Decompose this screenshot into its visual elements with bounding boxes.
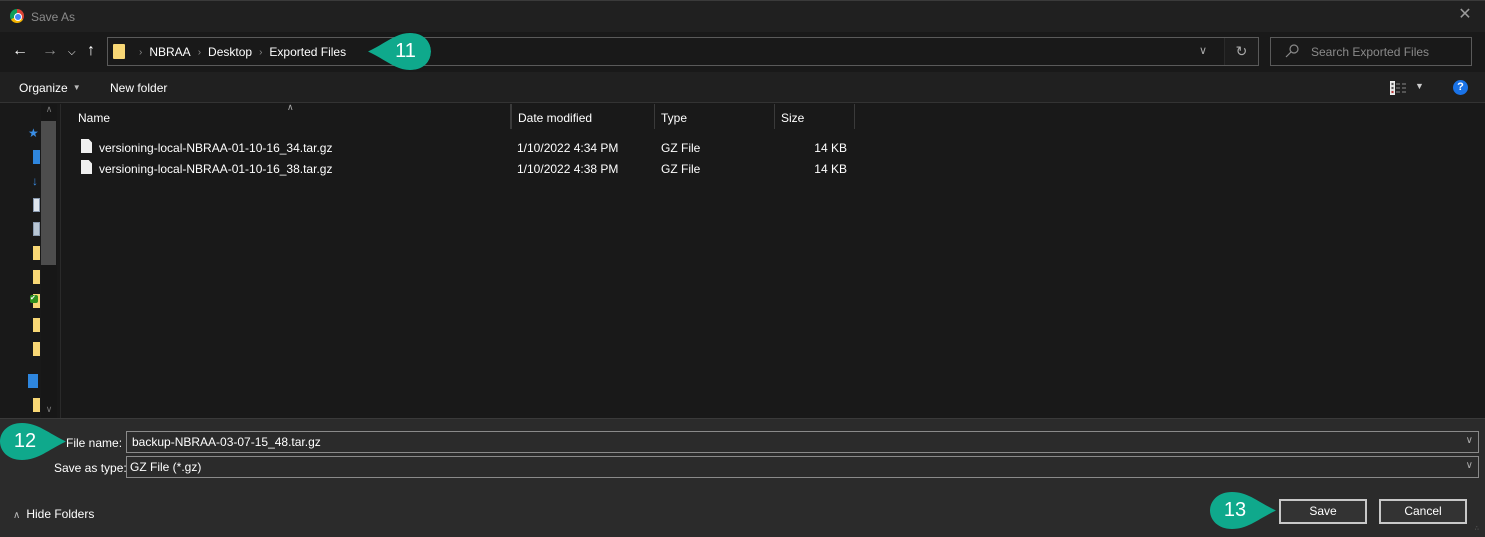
save-as-type-select[interactable]: GZ File (*.gz) ∨ [126, 456, 1479, 478]
title-bar: Save As ✕ [0, 0, 1485, 32]
chevron-right-icon[interactable]: › [259, 47, 262, 58]
close-icon[interactable]: ✕ [1457, 7, 1473, 23]
save-form: File name: ∨ Save as type: GZ File (*.gz… [0, 418, 1485, 537]
chevron-up-icon: ∧ [13, 510, 21, 521]
documents-icon[interactable] [33, 198, 40, 212]
chevron-down-icon[interactable]: ⌵ [68, 44, 76, 62]
scroll-down-icon[interactable]: ∨ [41, 404, 57, 418]
file-name: versioning-local-NBRAA-01-10-16_34.tar.g… [99, 141, 333, 155]
address-history-dropdown[interactable]: ∨ [1188, 38, 1218, 65]
column-name-label: Name [78, 111, 111, 125]
pictures-icon[interactable] [33, 222, 40, 236]
scrollbar-thumb[interactable] [41, 121, 56, 265]
column-header-name[interactable]: Name [71, 104, 511, 129]
save-button[interactable]: Save [1279, 499, 1367, 524]
file-name: versioning-local-NBRAA-01-10-16_38.tar.g… [99, 162, 333, 176]
file-size: 14 KB [814, 141, 847, 155]
cancel-button[interactable]: Cancel [1379, 499, 1467, 524]
column-header-type[interactable]: Type [655, 104, 775, 129]
save-as-type-label: Save as type: [54, 461, 127, 475]
save-as-type-value: GZ File (*.gz) [130, 460, 202, 474]
breadcrumb-item[interactable]: Desktop [208, 45, 252, 59]
quick-access-star-icon[interactable]: ★ [28, 126, 39, 140]
organize-menu-button[interactable]: Organize ▼ [19, 81, 81, 95]
file-name-combobox[interactable]: ∨ [126, 431, 1479, 453]
file-row[interactable]: versioning-local-NBRAA-01-10-16_34.tar.g… [76, 137, 856, 158]
scroll-up-icon[interactable]: ∧ [41, 104, 57, 118]
folder-icon [113, 44, 125, 59]
resize-grip-icon[interactable]: ∴ [1475, 526, 1483, 535]
file-name-label: File name: [66, 436, 123, 450]
file-icon [81, 160, 92, 174]
search-box[interactable] [1270, 37, 1472, 66]
chevron-down-icon[interactable]: ∨ [1466, 460, 1473, 471]
navigation-pane-scrollbar[interactable]: ∧ ∨ [41, 104, 57, 418]
refresh-icon[interactable]: ↻ [1224, 38, 1258, 65]
column-header-date-modified[interactable]: Date modified [511, 104, 655, 129]
desktop-icon[interactable] [33, 150, 40, 164]
file-date-modified: 1/10/2022 4:38 PM [517, 162, 619, 176]
help-icon[interactable]: ? [1453, 80, 1468, 95]
window-title: Save As [31, 10, 76, 24]
arrow-right-icon[interactable]: → [42, 42, 58, 60]
hide-folders-label: Hide Folders [26, 507, 95, 521]
search-icon [1285, 44, 1299, 58]
arrow-up-icon[interactable]: ↑ [87, 42, 95, 60]
file-list: ∧ Name Date modified Type Size versionin… [62, 102, 1485, 418]
synced-folder-icon[interactable] [30, 294, 40, 308]
new-folder-button[interactable]: New folder [110, 81, 167, 95]
chevron-right-icon[interactable]: › [198, 47, 201, 58]
column-headers: ∧ Name Date modified Type Size [62, 102, 862, 129]
organize-label: Organize [19, 81, 68, 95]
folder-icon[interactable] [33, 398, 40, 412]
breadcrumb: › NBRAA › Desktop › Exported Files [132, 45, 346, 59]
chevron-right-icon[interactable]: › [139, 47, 142, 58]
building-icon[interactable] [28, 374, 38, 388]
file-size: 14 KB [814, 162, 847, 176]
arrow-left-icon[interactable]: ← [12, 42, 28, 60]
file-type: GZ File [661, 162, 701, 176]
chevron-down-icon[interactable]: ∨ [1466, 435, 1473, 446]
folder-icon[interactable] [33, 270, 40, 284]
chrome-icon [10, 9, 24, 23]
navigation-pane: ★ ↓ ∧ ∨ [0, 104, 61, 418]
file-row[interactable]: versioning-local-NBRAA-01-10-16_38.tar.g… [76, 158, 856, 179]
downloads-icon[interactable]: ↓ [32, 174, 38, 188]
folder-icon[interactable] [33, 318, 40, 332]
navigation-bar: ← → ⌵ ↑ › NBRAA › Desktop › Exported Fil… [0, 32, 1485, 72]
file-name-input[interactable] [132, 432, 1442, 452]
view-options-dropdown[interactable]: ▼ [1415, 81, 1424, 91]
caret-down-icon: ▼ [72, 83, 81, 92]
search-input[interactable] [1311, 38, 1469, 65]
folder-icon[interactable] [33, 246, 40, 260]
column-header-size[interactable]: Size [775, 104, 855, 129]
folder-icon[interactable] [33, 342, 40, 356]
breadcrumb-item[interactable]: NBRAA [149, 45, 190, 59]
file-icon [81, 139, 92, 153]
file-date-modified: 1/10/2022 4:34 PM [517, 141, 619, 155]
file-type: GZ File [661, 141, 701, 155]
details-view-icon[interactable] [1390, 81, 1406, 95]
address-bar[interactable]: › NBRAA › Desktop › Exported Files ∨ ↻ [107, 37, 1259, 66]
command-toolbar: Organize ▼ New folder ▼ ? [0, 72, 1485, 103]
breadcrumb-item[interactable]: Exported Files [269, 45, 346, 59]
hide-folders-button[interactable]: ∧ Hide Folders [13, 507, 94, 521]
